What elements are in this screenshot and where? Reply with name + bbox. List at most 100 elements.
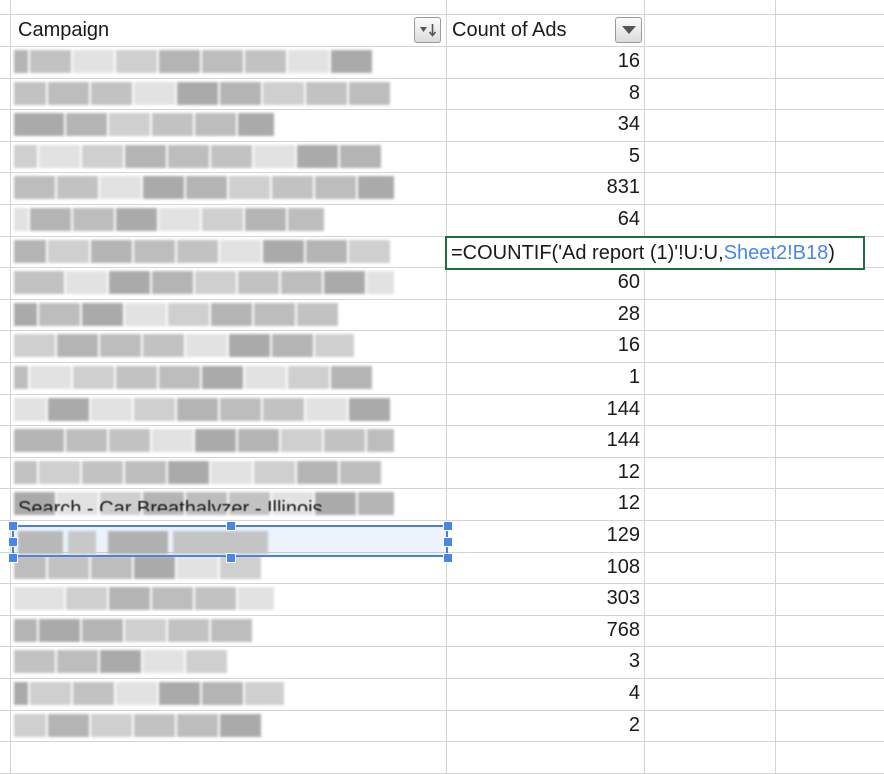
- pixelated-block: [73, 50, 114, 73]
- blurred-campaign-cell[interactable]: [14, 678, 284, 709]
- selection-handle[interactable]: [226, 553, 236, 563]
- blurred-campaign-cell[interactable]: [14, 236, 394, 267]
- count-cell[interactable]: 129: [446, 520, 640, 551]
- count-cell[interactable]: 144: [446, 425, 640, 456]
- count-cell[interactable]: 1: [446, 362, 640, 393]
- pixelated-block: [220, 240, 261, 263]
- count-cell[interactable]: 60: [446, 267, 640, 298]
- blurred-campaign-cell[interactable]: [14, 457, 394, 488]
- pixelated-block: [263, 82, 304, 105]
- pixelated-block: [220, 714, 261, 737]
- blurred-campaign-cell[interactable]: [14, 330, 354, 361]
- pixelated-block: [48, 82, 89, 105]
- selection-handle[interactable]: [226, 521, 236, 531]
- count-cell[interactable]: 144: [446, 394, 640, 425]
- blurred-campaign-cell[interactable]: [14, 710, 274, 741]
- count-dropdown-button[interactable]: [615, 17, 642, 43]
- pixelated-block: [100, 334, 141, 357]
- count-cell[interactable]: 108: [446, 552, 640, 583]
- blurred-campaign-cell[interactable]: [14, 299, 344, 330]
- selection-handle[interactable]: [443, 521, 453, 531]
- blurred-campaign-cell[interactable]: [14, 394, 394, 425]
- row-gridline: [0, 14, 884, 15]
- count-cell[interactable]: 4: [446, 678, 640, 709]
- count-cell[interactable]: 5: [446, 141, 640, 172]
- count-cell[interactable]: 768: [446, 615, 640, 646]
- count-cell[interactable]: 28: [446, 299, 640, 330]
- selection-handle[interactable]: [443, 537, 453, 547]
- blurred-campaign-cell[interactable]: [14, 204, 324, 235]
- blurred-campaign-cell[interactable]: [14, 267, 394, 298]
- blurred-campaign-cell[interactable]: [14, 425, 394, 456]
- pixelated-block: [195, 429, 236, 452]
- pixelated-block: [125, 461, 166, 484]
- pixelated-block: [143, 650, 184, 673]
- sort-filter-button[interactable]: [414, 17, 441, 43]
- blurred-campaign-cell[interactable]: [14, 141, 394, 172]
- count-cell[interactable]: 12: [446, 457, 640, 488]
- selection-handle[interactable]: [8, 553, 18, 563]
- count-cell[interactable]: 12: [446, 488, 640, 519]
- count-cell[interactable]: 16: [446, 330, 640, 361]
- blurred-campaign-cell[interactable]: [14, 615, 274, 646]
- pixelated-block: [57, 650, 98, 673]
- pixelated-block: [125, 303, 166, 326]
- count-cell[interactable]: 303: [446, 583, 640, 614]
- count-cell[interactable]: 16: [446, 46, 640, 77]
- pixelated-block: [14, 50, 28, 73]
- pixelated-block: [195, 587, 236, 610]
- pixelated-block: [14, 240, 46, 263]
- blurred-campaign-cell[interactable]: [14, 78, 394, 109]
- blurred-campaign-cell[interactable]: [14, 583, 274, 614]
- pixelated-block: [57, 176, 98, 199]
- pixelated-block: [125, 619, 166, 642]
- formula-text: =COUNTIF('Ad report (1)'!U:U,: [451, 242, 724, 264]
- campaign-header[interactable]: Campaign: [18, 16, 109, 44]
- pixelated-block: [324, 271, 365, 294]
- pixelated-block: [367, 429, 394, 452]
- count-cell[interactable]: 8: [446, 78, 640, 109]
- selection-handle[interactable]: [443, 553, 453, 563]
- formula-edit-cell[interactable]: =COUNTIF('Ad report (1)'!U:U,Sheet2!B18): [445, 236, 865, 270]
- pixelated-block: [202, 366, 243, 389]
- pixelated-block: [14, 650, 55, 673]
- pixelated-block: [14, 556, 46, 579]
- pixelated-block: [109, 271, 150, 294]
- blurred-campaign-cell[interactable]: [14, 46, 394, 77]
- pixelated-block: [14, 334, 55, 357]
- pixelated-block: [306, 240, 347, 263]
- pixelated-block: [186, 650, 227, 673]
- pixelated-block: [297, 461, 338, 484]
- count-cell[interactable]: 2: [446, 710, 640, 741]
- pixelated-block: [73, 682, 114, 705]
- count-cell[interactable]: 64: [446, 204, 640, 235]
- pixelated-block: [254, 303, 295, 326]
- pixelated-block: [159, 50, 200, 73]
- blurred-campaign-cell[interactable]: [14, 172, 394, 203]
- blurred-campaign-cell[interactable]: [14, 109, 274, 140]
- blurred-campaign-cell[interactable]: [14, 646, 244, 677]
- count-cell[interactable]: 34: [446, 109, 640, 140]
- pixelated-block: [73, 366, 114, 389]
- dropdown-arrow-icon: [621, 26, 636, 34]
- pixelated-block: [159, 208, 200, 231]
- pixelated-block: [177, 398, 218, 421]
- blurred-campaign-cell[interactable]: [14, 362, 394, 393]
- pixelated-block: [349, 82, 390, 105]
- pixelated-block: [211, 619, 252, 642]
- pixelated-block: [91, 398, 132, 421]
- pixelated-block: [48, 240, 89, 263]
- selection-handle[interactable]: [8, 521, 18, 531]
- selection-handle[interactable]: [8, 537, 18, 547]
- pixelated-block: [202, 682, 243, 705]
- pixelated-block: [245, 208, 286, 231]
- pixelated-block: [109, 429, 150, 452]
- count-cell[interactable]: 831: [446, 172, 640, 203]
- pixelated-block: [14, 619, 37, 642]
- count-of-ads-header[interactable]: Count of Ads: [452, 16, 567, 44]
- pixelated-block: [211, 461, 252, 484]
- pixelated-block: [263, 240, 304, 263]
- count-cell[interactable]: 3: [446, 646, 640, 677]
- pixelated-block: [39, 619, 80, 642]
- pixelated-block: [143, 334, 184, 357]
